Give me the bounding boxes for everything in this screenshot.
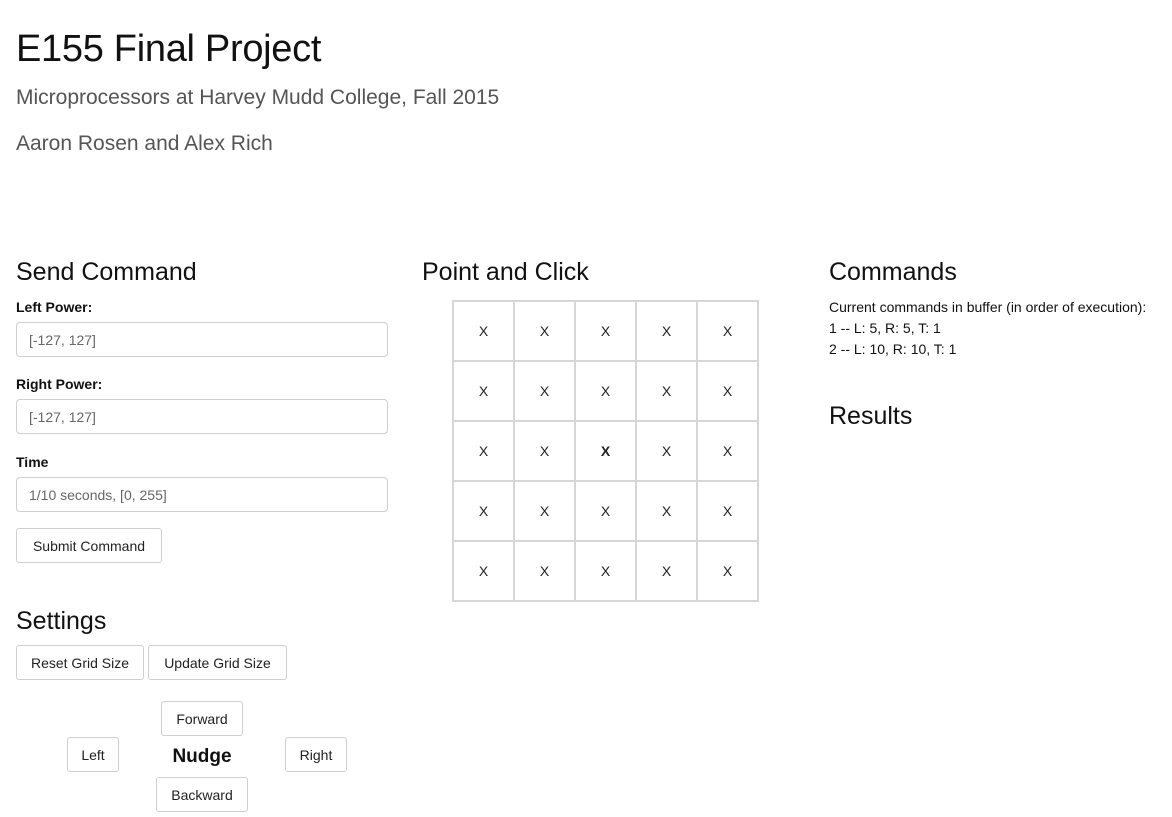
page-subtitle: Microprocessors at Harvey Mudd College, … <box>16 86 500 109</box>
commands-heading: Commands <box>829 258 957 286</box>
grid-cell[interactable]: X <box>574 300 637 362</box>
grid-cell[interactable]: X <box>635 420 698 482</box>
grid-cell[interactable]: X <box>574 360 637 422</box>
grid-cell[interactable]: X <box>574 540 637 602</box>
grid-cell[interactable]: X <box>452 540 515 602</box>
nudge-left-button[interactable]: Left <box>67 737 119 772</box>
nudge-right-button[interactable]: Right <box>285 737 347 772</box>
time-label: Time <box>16 454 49 470</box>
grid-row: XXXXX <box>452 360 759 422</box>
page: E155 Final Project Microprocessors at Ha… <box>0 0 1172 817</box>
grid-cell[interactable]: X <box>513 540 576 602</box>
right-power-input[interactable] <box>16 399 388 434</box>
settings-heading: Settings <box>16 607 107 635</box>
grid-cell[interactable]: X <box>574 420 637 482</box>
grid-row: XXXXX <box>452 420 759 482</box>
left-power-input[interactable] <box>16 322 388 357</box>
submit-command-button[interactable]: Submit Command <box>16 528 162 563</box>
left-power-label: Left Power: <box>16 299 93 315</box>
command-item: 2 -- L: 10, R: 10, T: 1 <box>829 341 957 357</box>
nudge-backward-button[interactable]: Backward <box>156 777 248 812</box>
reset-grid-size-button[interactable]: Reset Grid Size <box>16 645 144 680</box>
grid-cell[interactable]: X <box>513 420 576 482</box>
grid-cell[interactable]: X <box>696 540 759 602</box>
grid-cell[interactable]: X <box>513 480 576 542</box>
grid-cell[interactable]: X <box>696 300 759 362</box>
results-heading: Results <box>829 402 913 430</box>
grid-cell[interactable]: X <box>452 480 515 542</box>
authors-line: Aaron Rosen and Alex Rich <box>16 132 273 155</box>
grid-cell[interactable]: X <box>635 540 698 602</box>
grid-cell[interactable]: X <box>696 360 759 422</box>
right-power-label: Right Power: <box>16 376 103 392</box>
grid-cell[interactable]: X <box>452 300 515 362</box>
grid-cell[interactable]: X <box>574 480 637 542</box>
grid-cell[interactable]: X <box>513 360 576 422</box>
grid-cell[interactable]: X <box>635 360 698 422</box>
grid-cell[interactable]: X <box>696 480 759 542</box>
grid-cell[interactable]: X <box>452 420 515 482</box>
point-and-click-heading: Point and Click <box>422 258 589 286</box>
nudge-forward-button[interactable]: Forward <box>161 701 243 736</box>
page-title: E155 Final Project <box>16 28 322 70</box>
grid-row: XXXXX <box>452 300 759 362</box>
send-command-heading: Send Command <box>16 258 197 286</box>
grid-cell[interactable]: X <box>696 420 759 482</box>
grid-cell[interactable]: X <box>635 300 698 362</box>
update-grid-size-button[interactable]: Update Grid Size <box>148 645 287 680</box>
grid-cell[interactable]: X <box>635 480 698 542</box>
grid-cell[interactable]: X <box>452 360 515 422</box>
nudge-label: Nudge <box>172 746 232 767</box>
grid-row: XXXXX <box>452 540 759 602</box>
point-click-grid: XXXXXXXXXXXXXXXXXXXXXXXXX <box>452 300 759 602</box>
commands-intro: Current commands in buffer (in order of … <box>829 299 1147 315</box>
grid-row: XXXXX <box>452 480 759 542</box>
command-item: 1 -- L: 5, R: 5, T: 1 <box>829 320 941 336</box>
time-input[interactable] <box>16 477 388 512</box>
grid-cell[interactable]: X <box>513 300 576 362</box>
